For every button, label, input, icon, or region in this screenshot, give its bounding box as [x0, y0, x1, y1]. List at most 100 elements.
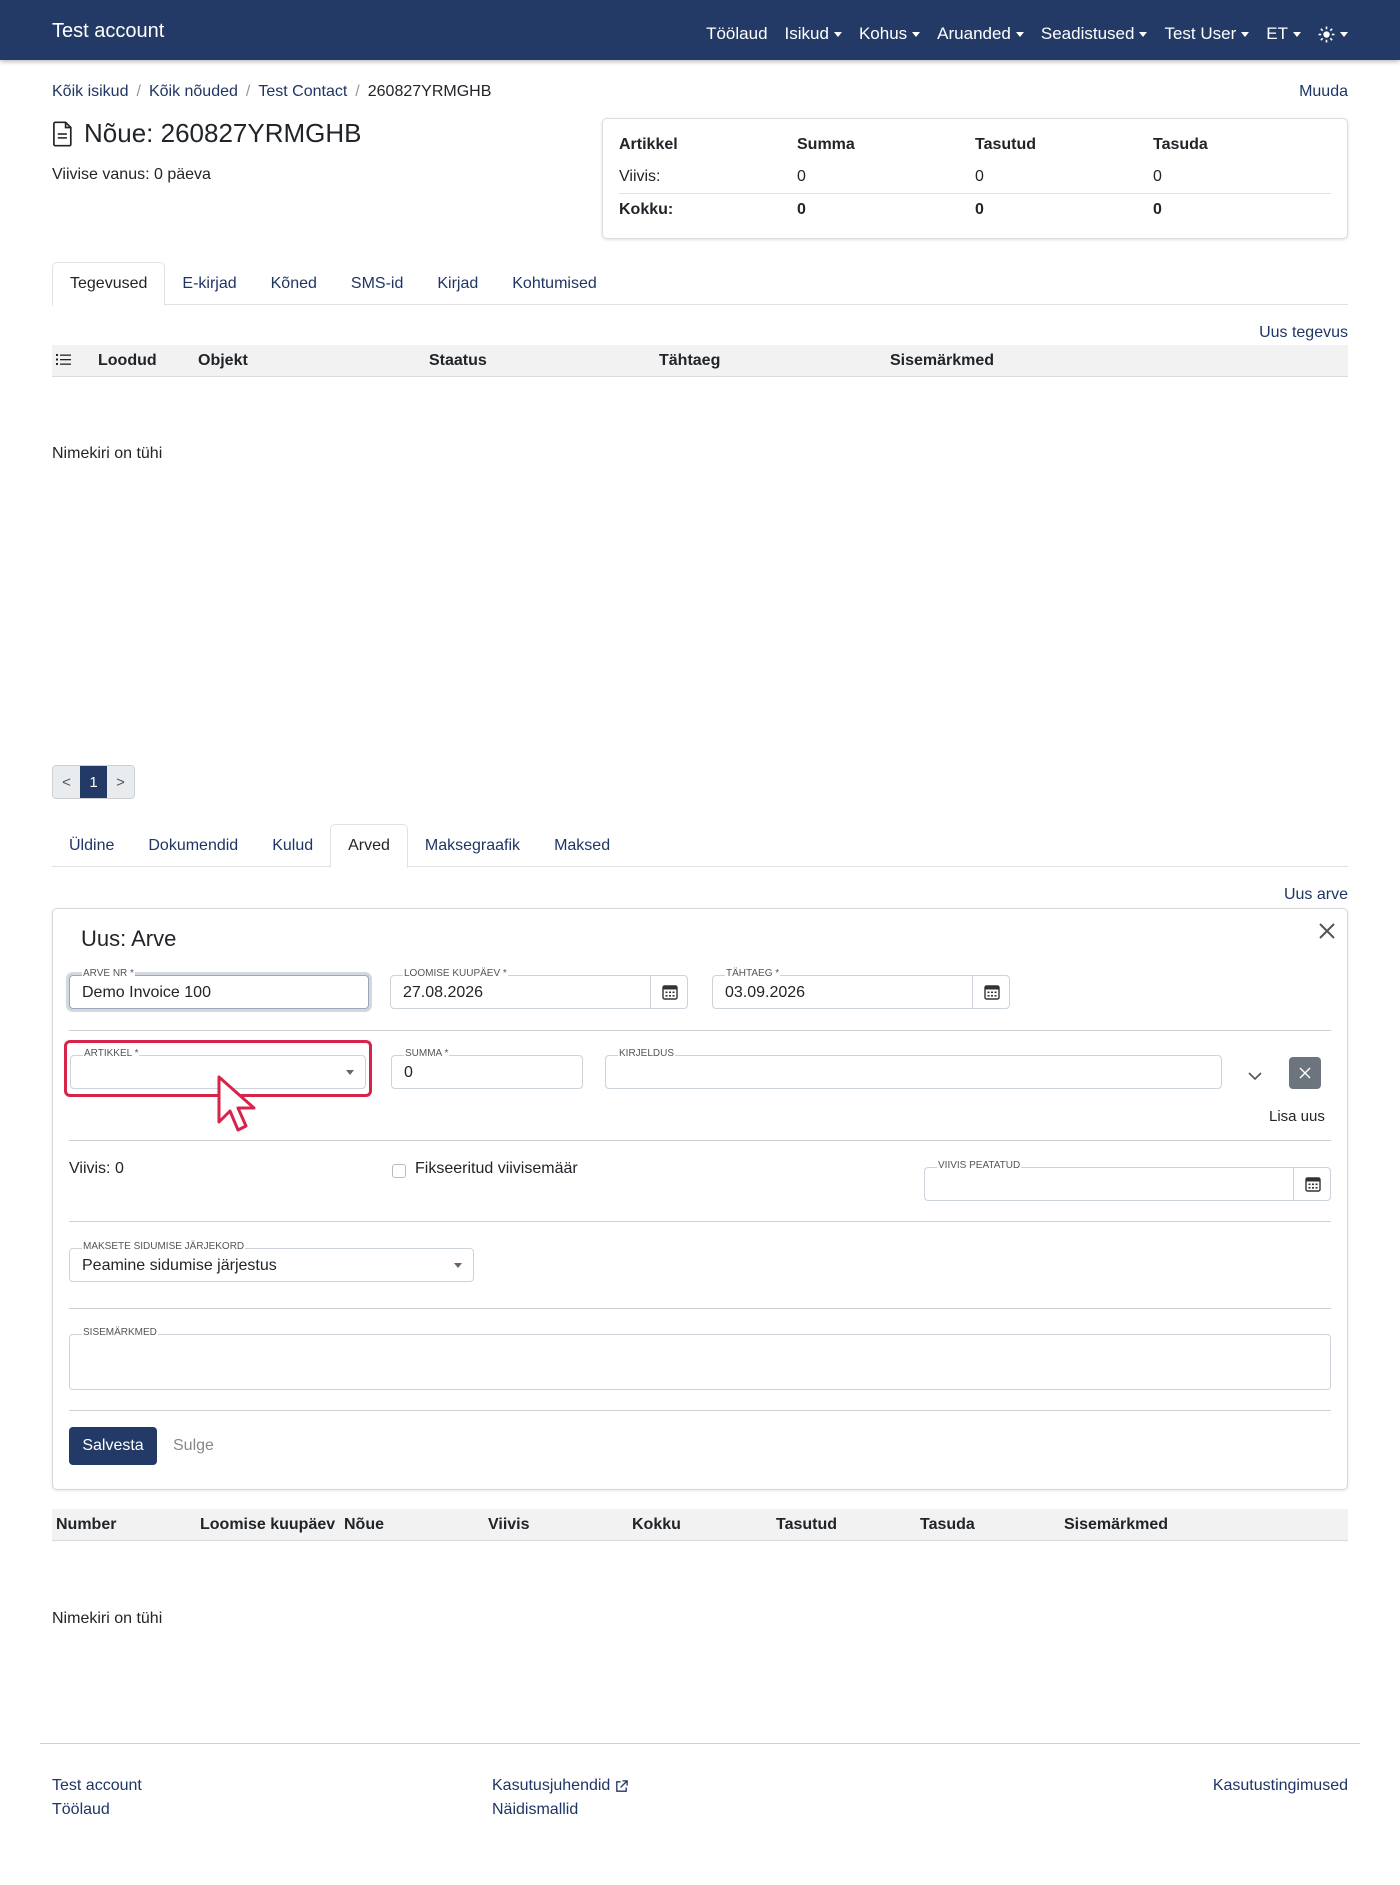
nav-item-isikud[interactable]: Isikud: [785, 24, 842, 44]
summary-cell: 0: [1153, 200, 1162, 218]
new-invoice-link[interactable]: Uus arve: [1284, 886, 1348, 904]
pagination: < 1 >: [52, 765, 135, 799]
chevron-down-icon[interactable]: [1248, 1066, 1262, 1086]
summary-cell: 0: [797, 168, 806, 185]
pager-next[interactable]: >: [107, 766, 134, 798]
invoice-number-field: Demo Invoice 100 Arve nr *: [69, 968, 369, 1009]
nav-label: Test User: [1164, 24, 1237, 43]
invoice-number-input[interactable]: Demo Invoice 100: [69, 975, 369, 1009]
tab-uldine[interactable]: Üldine: [52, 824, 131, 867]
close-button[interactable]: Sulge: [173, 1437, 214, 1455]
caret-down-icon: [1340, 31, 1348, 37]
tab-arved[interactable]: Arved: [330, 824, 408, 868]
tab-kohtumised[interactable]: Kohtumised: [495, 262, 614, 305]
footer-link-manuals-wrap[interactable]: Kasutusjuhendid: [492, 1777, 629, 1795]
remove-row-button[interactable]: [1289, 1057, 1321, 1089]
column-header[interactable]: Tasutud: [776, 1516, 837, 1534]
field-label: Kirjeldus: [618, 1048, 676, 1059]
footer-link-terms[interactable]: Kasutustingimused: [1213, 1777, 1348, 1795]
divider: [69, 1030, 1331, 1031]
tab-kulud[interactable]: Kulud: [255, 824, 330, 867]
summary-header: Tasutud: [975, 136, 1037, 153]
summary-cell: 0: [975, 200, 984, 218]
footer-link-account[interactable]: Test account: [52, 1777, 142, 1795]
column-header[interactable]: Objekt: [198, 352, 248, 370]
nav-item-user[interactable]: Test User: [1164, 24, 1250, 44]
list-icon[interactable]: [56, 353, 71, 371]
summary-cell: 0: [797, 200, 806, 218]
nav-item-kohus[interactable]: Kohus: [859, 24, 921, 44]
payment-order-select[interactable]: Peamine sidumise järjestus: [69, 1248, 474, 1282]
caret-down-icon: [912, 31, 921, 37]
breadcrumb-separator: /: [355, 83, 360, 100]
breadcrumb-separator: /: [136, 83, 141, 100]
tab-e-kirjad[interactable]: E-kirjad: [165, 262, 253, 305]
column-header[interactable]: Nõue: [344, 1516, 384, 1534]
column-header[interactable]: Loomise kuupäev: [200, 1516, 335, 1534]
column-header[interactable]: Viivis: [488, 1516, 530, 1534]
tab-koned[interactable]: Kõned: [254, 262, 334, 305]
nav-label: Töölaud: [706, 24, 768, 43]
nav-item-theme[interactable]: [1318, 24, 1348, 44]
field-label: Artikkel *: [83, 1048, 140, 1059]
claim-age: Viivise vanus: 0 päeva: [52, 166, 211, 183]
brand-title[interactable]: Test account: [52, 20, 164, 43]
breadcrumb-all-persons[interactable]: Kõik isikud: [52, 83, 128, 101]
tab-maksed[interactable]: Maksed: [537, 824, 627, 867]
column-header[interactable]: Number: [56, 1516, 116, 1534]
field-label: Sisemärkmed: [82, 1327, 158, 1338]
interest-stopped-field: Viivis peatatud: [924, 1160, 1331, 1201]
footer-link-manuals[interactable]: Kasutusjuhendid: [492, 1777, 610, 1795]
column-header[interactable]: Kokku: [632, 1516, 681, 1534]
caret-down-icon: [833, 31, 842, 37]
close-icon[interactable]: [1317, 917, 1337, 948]
new-activity-link[interactable]: Uus tegevus: [1259, 324, 1348, 342]
pager-prev[interactable]: <: [53, 766, 80, 798]
summary-header: Artikkel: [619, 136, 678, 153]
calendar-icon[interactable]: [650, 975, 688, 1009]
fixed-rate-checkbox[interactable]: [392, 1164, 406, 1178]
calendar-icon[interactable]: [972, 975, 1010, 1009]
add-new-link[interactable]: Lisa uus: [1269, 1108, 1325, 1125]
pager-page[interactable]: 1: [80, 766, 107, 798]
edit-link[interactable]: Muuda: [1299, 83, 1348, 101]
breadcrumb-contact[interactable]: Test Contact: [258, 83, 347, 101]
nav-item-language[interactable]: ET: [1266, 24, 1301, 44]
nav-item-toolaud[interactable]: Töölaud: [706, 24, 767, 44]
divider: [69, 1308, 1331, 1309]
summary-cell: 0: [1153, 168, 1162, 185]
created-date-field: 27.08.2026 Loomise kuupäev *: [390, 968, 688, 1009]
nav-item-aruanded[interactable]: Aruanded: [937, 24, 1024, 44]
footer-link-dashboard[interactable]: Töölaud: [52, 1801, 110, 1819]
column-header[interactable]: Tähtaeg: [659, 352, 720, 370]
save-button[interactable]: Salvesta: [69, 1427, 157, 1465]
tab-maksegraafik[interactable]: Maksegraafik: [408, 824, 537, 867]
interest-stopped-input[interactable]: [924, 1167, 1331, 1201]
tab-dokumendid[interactable]: Dokumendid: [131, 824, 255, 867]
calendar-icon[interactable]: [1293, 1167, 1331, 1201]
new-invoice-form: Uus: Arve Demo Invoice 100 Arve nr * 27.…: [52, 908, 1348, 1490]
column-header[interactable]: Loodud: [98, 352, 157, 370]
footer-link-templates[interactable]: Näidismallid: [492, 1801, 578, 1819]
due-date-input[interactable]: 03.09.2026: [712, 975, 1010, 1009]
column-header[interactable]: Staatus: [429, 352, 487, 370]
tab-sms[interactable]: SMS-id: [334, 262, 420, 305]
sum-input[interactable]: 0: [391, 1055, 583, 1089]
tab-tegevused[interactable]: Tegevused: [52, 262, 166, 306]
summary-card: Artikkel Summa Tasutud Tasuda Viivis: 0 …: [602, 118, 1348, 239]
fixed-rate-label[interactable]: Fikseeritud viivisemäär: [415, 1160, 578, 1178]
tab-kirjad[interactable]: Kirjad: [420, 262, 495, 305]
claim-title: Nõue: 260827YRMGHB: [84, 118, 362, 148]
column-header[interactable]: Sisemärkmed: [890, 352, 994, 370]
breadcrumb-separator: /: [245, 83, 251, 100]
page-title: Nõue: 260827YRMGHB: [52, 118, 361, 149]
notes-textarea[interactable]: [69, 1334, 1331, 1390]
nav-item-seadistused[interactable]: Seadistused: [1041, 24, 1148, 44]
close-icon: [1299, 1067, 1311, 1079]
description-input[interactable]: [605, 1055, 1222, 1089]
created-date-input[interactable]: 27.08.2026: [390, 975, 688, 1009]
column-header[interactable]: Tasuda: [920, 1516, 975, 1534]
summary-total-row: Kokku: 0 0 0: [619, 193, 1331, 225]
breadcrumb-all-claims[interactable]: Kõik nõuded: [149, 83, 238, 101]
column-header[interactable]: Sisemärkmed: [1064, 1516, 1168, 1534]
